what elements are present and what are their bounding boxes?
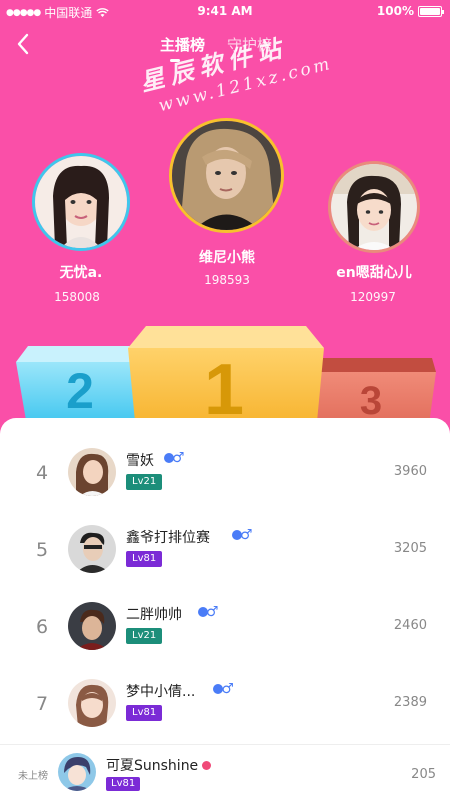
top-score-rank-3: 120997 — [350, 290, 396, 304]
avatar[interactable] — [68, 602, 116, 650]
podium-1-top — [128, 326, 324, 348]
rank-number: 4 — [35, 462, 49, 484]
level-badge: Lv81 — [126, 551, 163, 567]
user-score: 2389 — [393, 695, 427, 710]
user-name-text: 二胖帅帅 — [126, 607, 182, 623]
list-row[interactable]: 7 梦中小倩... ♂ Lv81 2389 — [0, 669, 450, 741]
podium-number-2: 2 — [66, 363, 94, 419]
user-name: 二胖帅帅 ♂ — [126, 604, 219, 624]
podium-stage: 2 1 3 — [16, 326, 436, 432]
user-score: 3960 — [393, 464, 427, 479]
male-icon: ♂ — [232, 527, 253, 543]
user-name: 雪妖 ♂ — [126, 450, 185, 470]
podium-2-top — [16, 346, 140, 362]
level-badge: Lv81 — [126, 705, 163, 721]
user-name-text: 鑫爷打排位赛 — [126, 530, 210, 546]
top-three: 无忧a. 158008 维尼小熊 198593 en嗯甜心儿 120997 — [0, 0, 450, 330]
flame-icon — [202, 761, 212, 770]
avatar-rank-1[interactable] — [169, 118, 284, 233]
user-name-text: 雪妖 — [126, 453, 154, 469]
user-score: 3205 — [393, 541, 427, 556]
my-score: 205 — [411, 767, 436, 782]
avatar[interactable] — [68, 448, 116, 496]
avatar[interactable] — [68, 679, 116, 727]
top-score-rank-1: 198593 — [204, 273, 250, 287]
my-level-badge: Lv81 — [106, 777, 141, 791]
user-name: 梦中小倩... ♂ — [126, 681, 234, 701]
male-icon: ♂ — [198, 604, 219, 620]
list-row[interactable]: 5 鑫爷打排位赛 ♂ Lv81 3205 — [0, 515, 450, 587]
user-name-text: 梦中小倩... — [126, 684, 196, 700]
top-name-rank-2: 无忧a. — [59, 265, 103, 281]
my-avatar[interactable] — [58, 753, 96, 791]
rank-list: 4 雪妖 ♂ Lv21 3960 5 鑫爷打排位赛 ♂ Lv81 3205 6 二胖… — [0, 418, 450, 800]
avatar[interactable] — [68, 525, 116, 573]
top-score-rank-2: 158008 — [54, 290, 100, 304]
podium-3-top — [305, 358, 436, 372]
male-icon: ♂ — [213, 681, 234, 697]
rank-number: 7 — [35, 693, 49, 715]
avatar-rank-2[interactable] — [32, 153, 130, 251]
rank-number: 6 — [35, 616, 49, 638]
level-badge: Lv21 — [126, 628, 163, 644]
user-name: 鑫爷打排位赛 ♂ — [126, 527, 253, 547]
my-name-text: 可夏Sunshine — [106, 758, 199, 774]
my-rank-bar[interactable]: 未上榜 可夏Sunshine Lv81 205 — [0, 744, 450, 800]
user-score: 2460 — [393, 618, 427, 633]
level-badge: Lv21 — [126, 474, 163, 490]
not-ranked-label: 未上榜 — [18, 771, 48, 782]
podium-number-3: 3 — [360, 379, 382, 423]
male-icon: ♂ — [164, 450, 185, 466]
rank-number: 5 — [35, 539, 49, 561]
avatar-rank-3[interactable] — [328, 161, 420, 253]
top-name-rank-3: en嗯甜心儿 — [336, 265, 412, 281]
top-name-rank-1: 维尼小熊 — [199, 250, 255, 266]
my-name: 可夏Sunshine — [106, 755, 212, 775]
list-row[interactable]: 4 雪妖 ♂ Lv21 3960 — [0, 438, 450, 510]
list-row[interactable]: 6 二胖帅帅 ♂ Lv21 2460 — [0, 592, 450, 664]
